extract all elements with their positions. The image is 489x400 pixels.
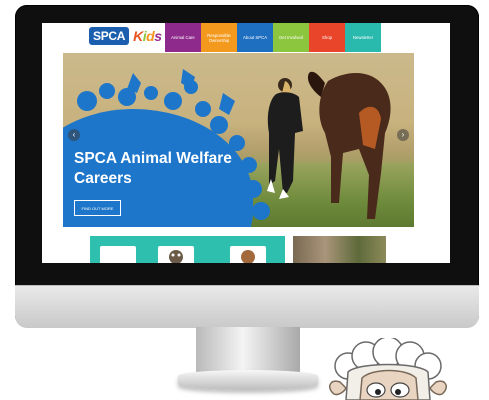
nav-item-animal-care[interactable]: Animal Care [165, 23, 201, 52]
feature-card-photo[interactable] [293, 236, 386, 263]
monitor-chin [15, 285, 479, 328]
monitor-stand-base [178, 370, 318, 390]
nav-item-responsible-ownership[interactable]: Responsible Ownership [201, 23, 237, 52]
site-header: SPCA Kids Animal Care Responsible Owners… [42, 23, 450, 52]
nav-item-newsletter[interactable]: Newsletter [345, 23, 381, 52]
site-logo[interactable]: SPCA Kids [89, 27, 162, 45]
chevron-right-icon[interactable]: › [397, 129, 409, 141]
card-tile [158, 246, 194, 263]
nav-item-get-involved[interactable]: Get Involved [273, 23, 309, 52]
website-screen: SPCA Kids Animal Care Responsible Owners… [42, 23, 450, 263]
nav-item-about-spca[interactable]: About SPCA [237, 23, 273, 52]
feature-cards [42, 236, 450, 263]
card-tile [230, 246, 266, 263]
hero-banner: SPCA Animal Welfare Careers FIND OUT MOR… [63, 53, 414, 227]
chevron-left-icon[interactable]: ‹ [68, 129, 80, 141]
monitor-stand-neck [196, 327, 300, 373]
find-out-more-button[interactable]: FIND OUT MORE [74, 200, 121, 216]
sheep-mascot [329, 338, 447, 400]
card-tile [100, 246, 136, 263]
nav-item-shop[interactable]: Shop [309, 23, 345, 52]
logo-kids-text: Kids [133, 28, 162, 44]
hero-title: SPCA Animal Welfare Careers [74, 150, 232, 187]
logo-spca-text: SPCA [89, 27, 130, 45]
feature-card-teal[interactable] [90, 236, 285, 263]
main-nav: Animal Care Responsible Ownership About … [165, 23, 381, 52]
